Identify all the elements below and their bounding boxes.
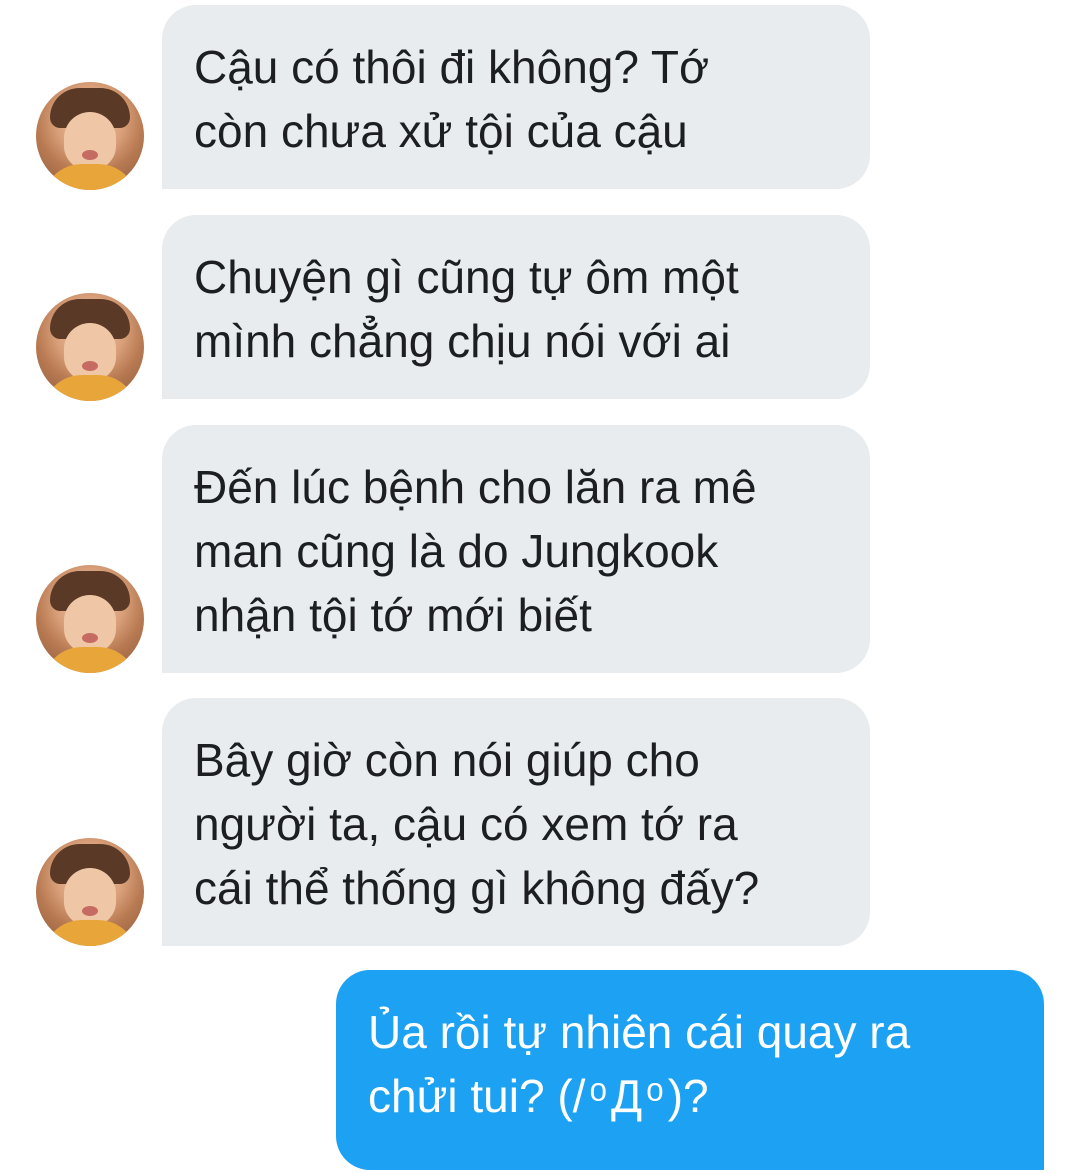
message-row: Bây giờ còn nói giúp cho người ta, cậu c… [0, 690, 1080, 955]
message-row: Đến lúc bệnh cho lăn ra mê man cũng là d… [0, 415, 1080, 680]
received-message-bubble[interactable]: Đến lúc bệnh cho lăn ra mê man cũng là d… [162, 425, 870, 673]
message-row: Chuyện gì cũng tự ôm một mình chẳng chịu… [0, 205, 1080, 405]
avatar[interactable] [36, 565, 144, 673]
received-message-bubble[interactable]: Bây giờ còn nói giúp cho người ta, cậu c… [162, 698, 870, 946]
received-message-bubble[interactable]: Cậu có thôi đi không? Tớ còn chưa xử tội… [162, 5, 870, 189]
sent-message-bubble[interactable]: Ủa rồi tự nhiên cái quay ra chửi tui? (/… [336, 970, 1044, 1170]
avatar[interactable] [36, 293, 144, 401]
received-message-bubble[interactable]: Chuyện gì cũng tự ôm một mình chẳng chịu… [162, 215, 870, 399]
message-row: Ủa rồi tự nhiên cái quay ra chửi tui? (/… [0, 965, 1080, 1173]
message-row: Cậu có thôi đi không? Tớ còn chưa xử tội… [0, 0, 1080, 200]
avatar[interactable] [36, 838, 144, 946]
avatar[interactable] [36, 82, 144, 190]
